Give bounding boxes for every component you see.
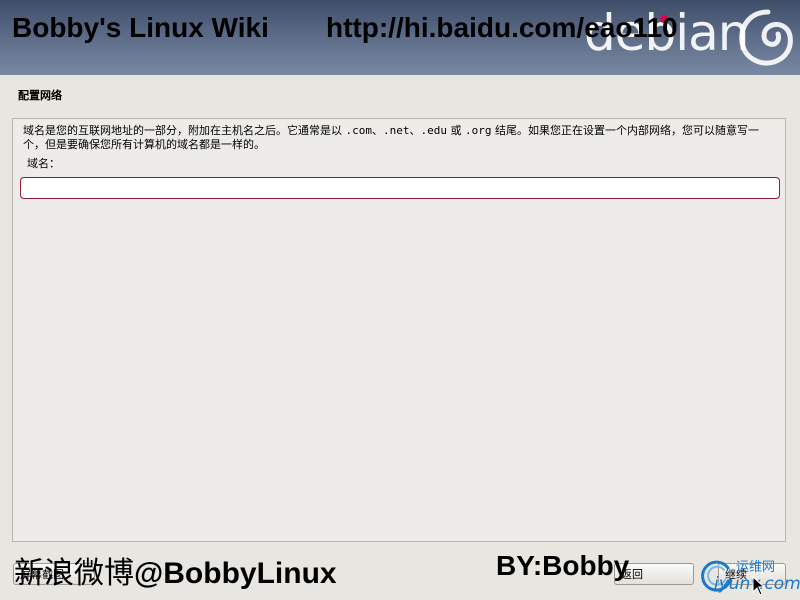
desc-part1: 域名是您的互联网地址的一部分，附加在主机名之后。它通常是以: [23, 124, 346, 137]
mouse-pointer-icon: [752, 576, 766, 596]
watermark-weibo-handle: @BobbyLinux: [134, 557, 337, 590]
watermark-by: BY:Bobby: [496, 550, 630, 581]
watermark-url: http://hi.baidu.com/eao110: [326, 12, 678, 43]
watermark-wiki-title: Bobby's Linux Wiki: [12, 12, 269, 43]
ext-net: .net: [383, 124, 410, 137]
iyunv-logo: 运维网 iyunv.com: [698, 556, 800, 596]
step-title: 配置网络: [18, 89, 62, 102]
domain-description: 域名是您的互联网地址的一部分，附加在主机名之后。它通常是以 .com、.net、…: [23, 124, 777, 152]
ext-edu: .edu: [420, 124, 448, 137]
header-banner: debian Bobby's Linux Wiki http://hi.baid…: [0, 0, 800, 75]
domain-field-label: 域名：: [27, 157, 60, 170]
domain-input[interactable]: [20, 177, 780, 199]
ext-org: .org: [465, 124, 492, 137]
watermark-weibo: 新浪微博@BobbyLinux: [14, 548, 337, 592]
ext-com: .com: [345, 124, 373, 137]
watermark-weibo-cn: 新浪微博: [14, 556, 134, 591]
or-word: 或: [447, 124, 465, 137]
debian-swirl-icon: [739, 9, 793, 66]
iyunv-cn: 运维网: [736, 560, 776, 575]
content-panel: 域名是您的互联网地址的一部分，附加在主机名之后。它通常是以 .com、.net、…: [12, 118, 786, 542]
sep-1: 、: [372, 124, 383, 137]
sep-2: 、: [409, 124, 421, 137]
